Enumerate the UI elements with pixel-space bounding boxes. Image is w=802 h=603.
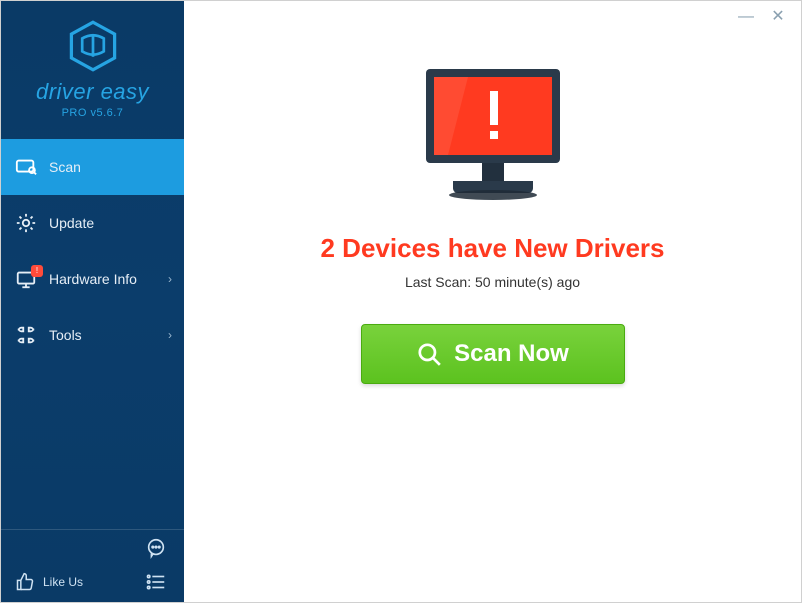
sidebar-item-scan[interactable]: Scan xyxy=(1,139,184,195)
menu-list-icon[interactable] xyxy=(142,568,170,596)
close-button[interactable]: ✕ xyxy=(769,9,787,25)
app-window: driver easy PRO v5.6.7 Scan xyxy=(1,1,801,602)
main-content: 2 Devices have New Drivers Last Scan: 50… xyxy=(184,61,801,384)
status-title: 2 Devices have New Drivers xyxy=(321,233,665,264)
sidebar-item-update[interactable]: Update xyxy=(1,195,184,251)
main-panel: — ✕ 2 Devices have New Drivers Last Scan… xyxy=(184,1,801,602)
sidebar-item-label: Scan xyxy=(49,159,81,175)
tools-icon xyxy=(15,324,37,346)
sidebar-item-label: Update xyxy=(49,215,94,231)
sidebar-item-label: Tools xyxy=(49,327,82,343)
chevron-right-icon: › xyxy=(168,272,172,286)
scan-icon xyxy=(15,156,37,178)
scan-now-button[interactable]: Scan Now xyxy=(361,324,625,384)
like-us-label: Like Us xyxy=(43,575,83,589)
brand-version: PRO v5.6.7 xyxy=(62,107,124,119)
app-logo: driver easy PRO v5.6.7 xyxy=(1,19,184,119)
status-subtitle: Last Scan: 50 minute(s) ago xyxy=(405,274,580,290)
sidebar-footer: Like Us xyxy=(1,529,184,602)
brand-name: driver easy xyxy=(36,79,149,105)
chevron-right-icon: › xyxy=(168,328,172,342)
magnifier-icon xyxy=(416,341,442,367)
thumbs-up-icon xyxy=(15,572,35,592)
feedback-chat-icon[interactable] xyxy=(142,534,170,562)
sidebar-header: driver easy PRO v5.6.7 xyxy=(1,1,184,131)
sidebar-item-tools[interactable]: Tools › xyxy=(1,307,184,363)
window-titlebar: — ✕ xyxy=(723,1,801,33)
sidebar: driver easy PRO v5.6.7 Scan xyxy=(1,1,184,602)
sidebar-item-label: Hardware Info xyxy=(49,271,137,287)
minimize-button[interactable]: — xyxy=(737,9,755,25)
update-gear-icon xyxy=(15,212,37,234)
alert-monitor-icon xyxy=(408,61,578,211)
like-us-button[interactable]: Like Us xyxy=(15,572,83,592)
scan-now-label: Scan Now xyxy=(454,340,569,368)
hardware-info-badge: ! xyxy=(31,265,43,277)
sidebar-nav: Scan Update xyxy=(1,139,184,529)
logo-hexagon-icon xyxy=(66,19,120,73)
sidebar-item-hardware-info[interactable]: ! Hardware Info › xyxy=(1,251,184,307)
